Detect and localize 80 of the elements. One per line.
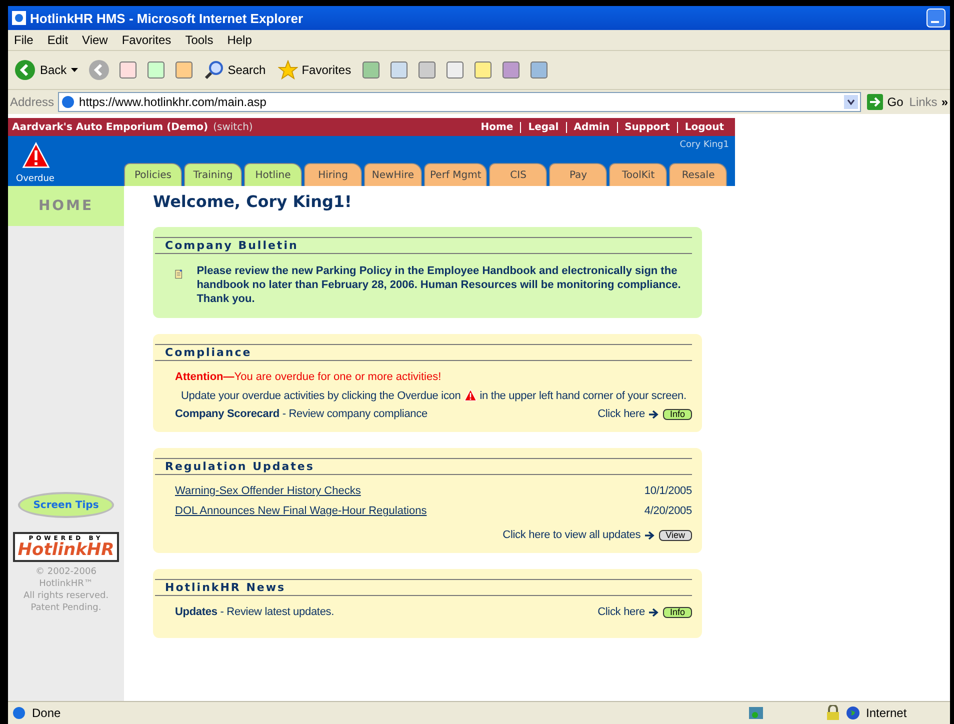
tab[interactable]: Resale [669,163,728,186]
window-title: HotlinkHR HMS - Microsoft Internet Explorer [30,10,304,26]
warning-icon [22,142,50,170]
menu-item[interactable]: Help [227,33,252,47]
company-name: Aardvark's Auto Emporium (Demo) [12,122,208,132]
regulation-link[interactable]: Warning-Sex Offender History Checks [175,485,361,497]
go-arrow-icon [867,94,884,110]
tab[interactable]: Training [184,163,242,186]
nav-link[interactable]: Legal [520,122,566,132]
tab[interactable]: ToolKit [609,163,668,186]
date-text: 4/20/2005 [644,505,692,517]
menu-item[interactable]: Favorites [122,33,172,47]
more-chevron[interactable]: » [941,95,948,109]
welcome-heading: Welcome, Cory King1! [153,192,353,211]
date-text: 10/1/2005 [644,485,692,497]
tab[interactable]: CIS [489,163,548,186]
regulation-link[interactable]: DOL Announces New Final Wage-Hour Regulations [175,505,427,517]
lock-icon [826,705,840,721]
menu-item[interactable]: View [82,33,108,47]
home-heading: HOME [8,186,124,226]
ie-icon [12,11,26,25]
arrow-icon [644,530,655,540]
nav-link[interactable]: Support [616,122,677,132]
card-title: Compliance [155,344,692,361]
status-text: Done [32,706,61,720]
instruction-text: Update your overdue activities by clicking the Overdue icon [181,390,461,402]
star-icon [278,60,298,80]
page-icon [12,706,26,720]
instruction-text: in the upper left hand corner of your screen. [480,390,686,402]
click-here-text: Click here [598,606,645,618]
minimize-button[interactable] [926,8,946,28]
nav-link[interactable]: Home [474,122,520,132]
tab[interactable]: Pay [549,163,608,186]
menu-item[interactable]: Edit [47,33,68,47]
copyright-text: Patent Pending. [30,602,102,614]
tab[interactable]: Perf Mgmt [424,163,488,186]
tab[interactable]: Hotline [244,163,302,186]
zone-text: Internet [866,706,908,720]
favorites-button[interactable]: Favorites [276,58,354,82]
user-name: Cory King1 [680,139,730,150]
warning-icon [464,389,477,402]
search-icon [204,60,224,80]
globe-icon [846,706,860,720]
screen-tips-button[interactable]: Screen Tips [18,492,114,518]
bulletin-text: Please review the new Parking Policy in the Employee Handbook and electronically sign the handbook no later than February 28, 2006. Human Resources will be monitoring compliance. Thank you. [196,264,682,306]
arrow-icon [648,410,659,418]
tab[interactable]: Hiring [304,163,362,186]
menu-item[interactable]: Tools [185,33,214,47]
view-all-text: Click here to view all updates [502,529,641,541]
tab[interactable]: Policies [124,163,182,186]
news-text: Updates - Review latest updates. [175,606,334,618]
card-title: HotlinkHR News [155,579,692,596]
search-button[interactable]: Search [202,58,268,82]
copyright-text: HotlinkHR™ [39,578,93,590]
view-button[interactable]: View [658,530,692,540]
nav-link[interactable]: Admin [566,122,617,132]
address-label: Address [10,95,54,109]
go-button[interactable]: Go [865,92,906,112]
address-field[interactable]: https://www.hotlinkhr.com/main.asp [58,92,862,112]
scorecard-text: Company Scorecard - Review company compliance [175,408,428,420]
copyright-text: © 2002-2006 [36,566,96,578]
click-here-text: Click here [598,408,645,420]
copyright-text: All rights reserved. [23,590,109,602]
dropdown-icon [844,95,858,109]
page-icon [61,95,76,109]
back-button[interactable]: Back [12,57,80,83]
overdue-button[interactable]: Overdue [8,136,124,186]
info-button[interactable]: Info [662,606,692,618]
arrow-icon [648,608,659,616]
caret-icon [70,68,78,72]
tab[interactable]: NewHire [364,163,422,186]
attention-text: Attention—You are overdue for one or more activities! [175,371,442,383]
menu-item[interactable]: File [14,33,34,47]
switch-link[interactable]: (switch) [213,122,253,132]
nav-link[interactable]: Logout [676,122,731,132]
info-button[interactable]: Info [662,408,692,420]
links-label[interactable]: Links [909,95,938,109]
logo-text: HotlinkHR [18,542,114,559]
card-title: Regulation Updates [155,458,692,475]
card-title: Company Bulletin [155,237,692,254]
